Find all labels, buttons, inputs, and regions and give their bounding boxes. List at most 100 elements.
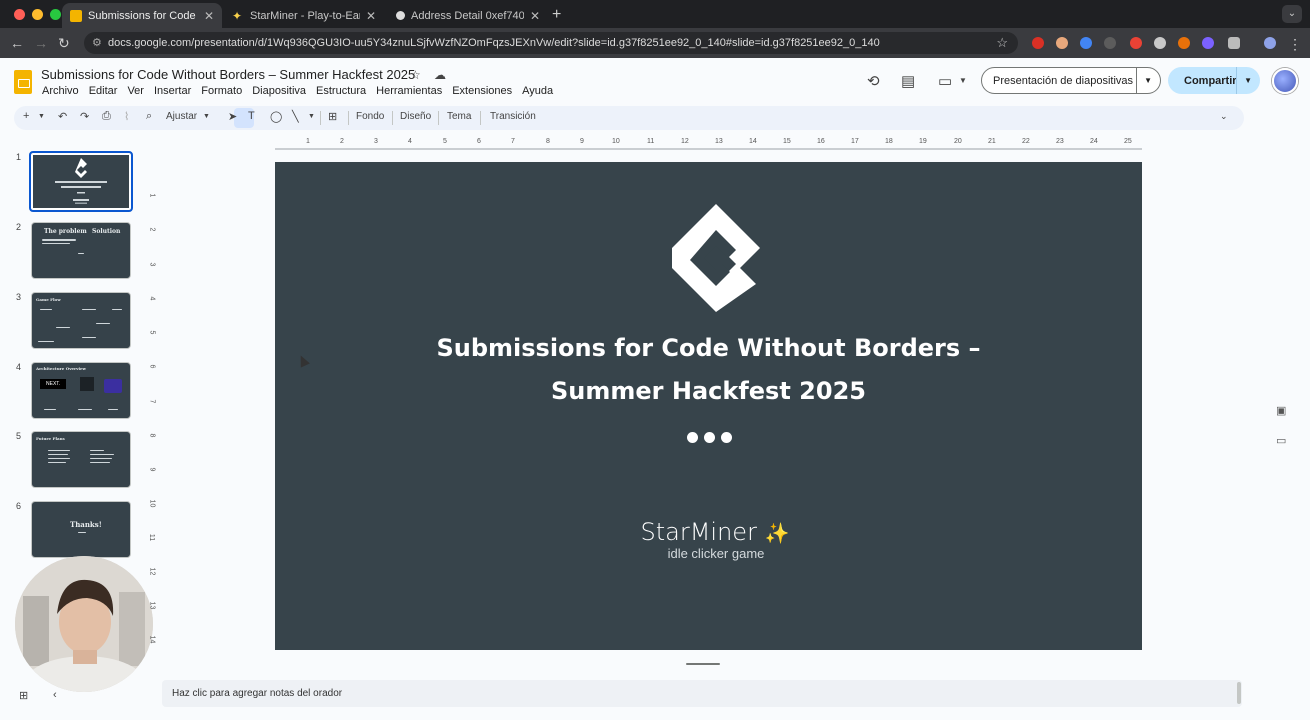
collapse-filmstrip-icon[interactable]: ‹ [53,689,57,701]
extension-icon[interactable] [1032,37,1044,49]
browser-tab-bar: Submissions for Code Withou ✕ ✦ StarMine… [0,0,1310,28]
slide-title-line-1[interactable]: Submissions for Code Without Borders – [275,334,1142,362]
bookmark-star-icon[interactable]: ☆ [996,32,1008,54]
back-icon[interactable]: ← [10,35,24,51]
menu-formato[interactable]: Formato [201,85,242,97]
select-arrow-icon[interactable]: ➤ [228,110,237,123]
slides-logo-icon[interactable] [14,70,32,94]
version-history-icon[interactable]: ⟲ [867,72,880,90]
redo-icon[interactable]: ↷ [80,110,89,123]
slideshow-button[interactable]: Presentación de diapositivas ▼ [981,67,1161,94]
menu-archivo[interactable]: Archivo [42,85,79,97]
transition-button[interactable]: Transición [490,111,536,122]
minimize-window-button[interactable] [32,9,43,20]
chevron-down-icon[interactable]: ▼ [959,76,967,85]
share-button[interactable]: Compartir ▼ [1168,67,1260,94]
extension-icon[interactable] [1154,37,1166,49]
shape-icon[interactable]: ◯ [270,110,282,123]
chevron-down-icon[interactable]: ▼ [308,113,315,120]
new-tab-icon[interactable]: + [552,6,561,24]
extension-icon[interactable] [1056,37,1068,49]
menu-estructura[interactable]: Estructura [316,85,366,97]
zoom-icon[interactable]: ⌕ [146,110,152,123]
editing-toolbar: + ▼ ↶ ↷ ⎙ ⌇ ⌕ Ajustar ▼ ➤ T ◯ ╲ ▼ ⊞ Fond… [14,106,1244,130]
keep-notes-icon[interactable]: ▣ [1276,404,1286,417]
maximize-window-button[interactable] [50,9,61,20]
add-comment-icon[interactable]: ⊞ [328,110,337,123]
line-icon[interactable]: ╲ [292,110,299,123]
chevron-down-icon[interactable]: ▼ [203,113,210,120]
text-box-icon[interactable]: T [248,110,255,122]
menu-ayuda[interactable]: Ayuda [522,85,553,97]
document-title[interactable]: Submissions for Code Without Borders – S… [41,67,415,82]
account-avatar[interactable] [1272,68,1298,94]
etherscan-favicon-icon [396,11,405,20]
tab-submissions[interactable]: Submissions for Code Withou ✕ [62,3,222,28]
extensions-puzzle-icon[interactable] [1228,37,1240,49]
close-window-button[interactable] [14,9,25,20]
chevron-down-icon[interactable]: ▼ [1244,76,1252,85]
close-tab-icon[interactable]: ✕ [360,9,376,23]
ruler-ticks [275,148,1142,150]
tab-address-detail[interactable]: Address Detail 0xef740c1d1? ✕ [388,3,548,28]
layout-button[interactable]: Diseño [400,111,431,122]
url-field[interactable]: ⚙ docs.google.com/presentation/d/1Wq936Q… [84,32,1018,54]
new-slide-icon[interactable]: + [23,110,29,122]
collapse-toolbar-icon[interactable]: ⌄ [1220,111,1228,122]
sparkle-favicon-icon: ✦ [232,8,243,23]
webcam-person-image [15,556,153,692]
speaker-notes-field[interactable]: Haz clic para agregar notas del orador [162,680,1242,707]
slide-canvas[interactable]: Submissions for Code Without Borders – S… [275,162,1142,650]
menu-insertar[interactable]: Insertar [154,85,191,97]
menu-extensiones[interactable]: Extensiones [452,85,512,97]
notes-resize-handle[interactable] [686,663,720,665]
docs-header: Submissions for Code Without Borders – S… [0,58,1310,106]
chevron-down-icon[interactable]: ▼ [38,113,45,120]
reload-icon[interactable]: ↻ [58,35,70,52]
slide-thumbnail-1[interactable] [29,151,133,212]
browser-menu-icon[interactable]: ⋮ [1288,36,1302,53]
nextjs-logo: NEXT. [40,379,66,389]
slide-thumbnail-2[interactable]: The problem Solution [31,222,131,279]
meet-camera-icon[interactable]: ▭ [938,72,952,90]
theme-button[interactable]: Tema [447,111,471,122]
notes-scrollbar[interactable] [1237,682,1241,704]
menu-ver[interactable]: Ver [127,85,144,97]
background-button[interactable]: Fondo [356,111,384,122]
paint-format-icon[interactable]: ⌇ [124,110,129,123]
undo-icon[interactable]: ↶ [58,110,67,123]
folder-icon[interactable]: ▭ [1276,434,1286,447]
close-tab-icon[interactable]: ✕ [524,9,540,23]
slides-favicon-icon [70,9,82,22]
menu-herramientas[interactable]: Herramientas [376,85,442,97]
tab-search-icon[interactable]: ⌄ [1282,5,1302,23]
site-info-icon[interactable]: ⚙ [92,32,102,54]
slide-thumbnail-5[interactable]: Future Plans [31,431,131,488]
horizontal-ruler: 1 2 3 4 5 6 7 8 9 10 11 12 13 14 15 16 1… [160,136,1244,150]
comments-icon[interactable]: ▤ [901,72,915,90]
chevron-down-icon[interactable]: ▼ [1144,76,1152,85]
slide-title-line-2[interactable]: Summer Hackfest 2025 [275,377,1142,405]
profile-avatar[interactable] [1264,37,1276,49]
grid-view-icon[interactable]: ⊞ [19,689,28,702]
print-icon[interactable]: ⎙ [102,110,111,123]
tab-starminer[interactable]: ✦ StarMiner - Play-to-Earn Idle ✕ [224,3,384,28]
extension-icon[interactable] [1104,37,1116,49]
star-icon[interactable]: ☆ [410,68,421,82]
menu-editar[interactable]: Editar [89,85,118,97]
brand-tagline[interactable]: idle clicker game [275,546,1157,561]
menu-bar: Archivo Editar Ver Insertar Formato Diap… [42,85,553,97]
brand-name[interactable]: StarMiner ✨ [275,518,1155,546]
zoom-select[interactable]: Ajustar [166,111,197,122]
close-tab-icon[interactable]: ✕ [198,9,214,23]
extension-icon[interactable] [1080,37,1092,49]
slide-thumbnail-3[interactable]: Game Flow [31,292,131,349]
slide-thumbnail-4[interactable]: Architecture Overview NEXT. [31,362,131,419]
forward-icon[interactable]: → [34,35,48,51]
cloud-status-icon[interactable]: ☁ [434,68,446,82]
extension-icon[interactable] [1130,37,1142,49]
extension-icon[interactable] [1202,37,1214,49]
extension-icon[interactable] [1178,37,1190,49]
slide-thumbnail-6[interactable]: Thanks! [31,501,131,558]
menu-diapositiva[interactable]: Diapositiva [252,85,306,97]
